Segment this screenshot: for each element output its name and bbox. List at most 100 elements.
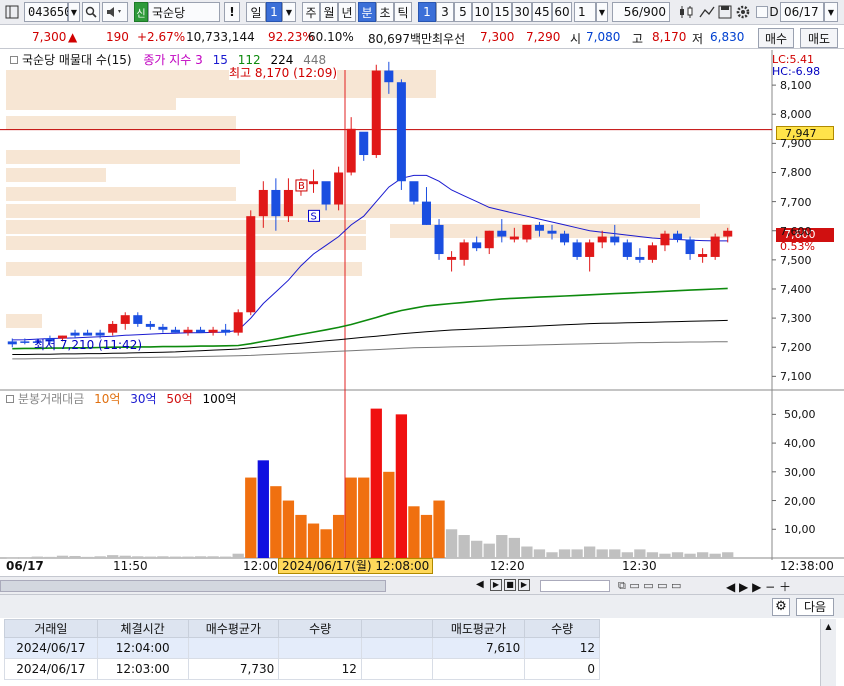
chart-menu-icon[interactable] xyxy=(2,2,22,22)
vol-legend-100: 100억 xyxy=(202,392,237,406)
volume-bar xyxy=(521,546,533,558)
candle xyxy=(421,201,432,225)
volume-bar xyxy=(320,529,332,558)
period-dropdown-icon[interactable]: ▼ xyxy=(282,2,296,22)
table-row[interactable]: 2024/06/17 12:04:00 7,610 12 xyxy=(4,637,600,659)
next-button[interactable]: 다음 xyxy=(796,598,834,616)
candle xyxy=(371,70,381,156)
price-change-pct: +2.67% xyxy=(137,30,186,44)
interval-5[interactable]: 5 xyxy=(454,2,472,22)
interval-45[interactable]: 45 xyxy=(532,2,552,22)
interval-dropdown-icon[interactable]: ▼ xyxy=(596,2,608,22)
cell-buy-avg xyxy=(187,637,280,659)
volume-bar xyxy=(659,553,671,558)
candle xyxy=(710,236,720,257)
date-checkbox-label: D xyxy=(769,5,779,19)
table-scrollbar[interactable]: ▲ xyxy=(820,619,836,686)
date-checkbox[interactable] xyxy=(756,6,768,18)
scroll-up-icon[interactable]: ▲ xyxy=(821,622,836,631)
table-row[interactable]: 2024/06/17 12:03:00 7,730 12 0 xyxy=(4,658,600,680)
candle xyxy=(472,242,482,249)
sell-button[interactable]: 매도 xyxy=(800,28,838,48)
candle xyxy=(572,242,582,257)
volume-bar xyxy=(508,537,520,558)
quote-bar: 7,300 ▲ 190 +2.67% 10,733,144 92.23% 60.… xyxy=(0,27,844,49)
stop-icon[interactable]: ■ xyxy=(504,579,516,591)
chart-area[interactable]: BS xyxy=(0,50,844,582)
vol-tick-label: 50,00 xyxy=(784,408,816,422)
data-count-field[interactable]: 56/900 xyxy=(612,2,670,22)
buy-button[interactable]: 매수 xyxy=(758,28,794,48)
candle xyxy=(283,189,293,217)
search-icon[interactable] xyxy=(82,2,100,22)
cell-sell-qty: 0 xyxy=(524,658,600,680)
volume-bar xyxy=(44,556,56,558)
scroll-thumb[interactable] xyxy=(0,580,386,592)
period-tab-tick[interactable]: 틱 xyxy=(394,2,412,22)
stock-name-field[interactable]: 국순당 xyxy=(148,2,220,22)
cell-time: 12:03:00 xyxy=(96,658,189,680)
candle xyxy=(70,332,80,336)
period-tab-year[interactable]: 년 xyxy=(338,2,356,22)
date-input[interactable]: 06/17 xyxy=(780,2,824,22)
vol-tick-label: 30,00 xyxy=(784,465,816,479)
interval-input[interactable]: 1 xyxy=(574,2,596,22)
scroll-left-icon[interactable]: ◀ xyxy=(476,579,484,590)
interval-15[interactable]: 15 xyxy=(492,2,512,22)
candle xyxy=(321,181,331,205)
period-tab-second[interactable]: 초 xyxy=(376,2,394,22)
best-ask: 7,300 xyxy=(480,30,515,44)
candle xyxy=(20,341,30,343)
candle xyxy=(334,172,344,205)
volume-bar xyxy=(144,556,156,558)
speaker-icon[interactable] xyxy=(102,2,128,22)
interval-30[interactable]: 30 xyxy=(512,2,532,22)
cell-buy-qty: 12 xyxy=(278,658,362,680)
period-tab-minute[interactable]: 분 xyxy=(358,2,376,22)
stock-code-input[interactable]: 043650 xyxy=(24,2,71,22)
settings-icon[interactable] xyxy=(734,2,752,22)
period-tab-month[interactable]: 월 xyxy=(320,2,338,22)
legend-box-icon xyxy=(6,395,14,403)
save-icon[interactable] xyxy=(716,2,734,22)
interval-60[interactable]: 60 xyxy=(552,2,572,22)
candle xyxy=(585,242,595,257)
volume-bar xyxy=(19,557,31,559)
alert-button[interactable]: ! xyxy=(224,2,240,22)
volume-legend: 분봉거래대금 10억 30억 50억 100억 xyxy=(6,393,236,406)
interval-10[interactable]: 10 xyxy=(472,2,492,22)
volume-profile-bar xyxy=(6,168,106,182)
y-tick-label: 7,900 xyxy=(780,137,812,151)
speed-slider[interactable] xyxy=(540,580,610,592)
play-icon[interactable]: ▶ xyxy=(490,579,502,591)
volume-bar xyxy=(257,460,269,558)
interval-1[interactable]: 1 xyxy=(418,2,436,22)
table-settings-icon[interactable]: ⚙ xyxy=(772,598,790,616)
volume-bar xyxy=(282,500,295,558)
zoom-controls[interactable]: ◀ ▶ ▶ − ＋ xyxy=(726,578,791,595)
volume-bar xyxy=(471,540,483,558)
volume-profile-bar xyxy=(6,70,436,98)
interval-3[interactable]: 3 xyxy=(436,2,454,22)
volume-bar xyxy=(345,477,357,558)
candle xyxy=(246,216,256,313)
vol-tick-label: 40,00 xyxy=(784,437,816,451)
fast-forward-icon[interactable]: ▶ xyxy=(518,579,530,591)
date-dropdown-icon[interactable]: ▼ xyxy=(824,2,838,22)
volume-bar xyxy=(107,555,119,558)
code-dropdown-icon[interactable]: ▼ xyxy=(68,2,80,22)
volume-bar xyxy=(295,514,307,558)
period-tab-week[interactable]: 주 xyxy=(302,2,320,22)
period-day-button[interactable]: 일 xyxy=(246,2,266,22)
candle-type-icon[interactable] xyxy=(676,2,698,22)
volume-bar xyxy=(621,552,633,558)
volume-profile-bar xyxy=(6,187,236,201)
chart-scrollbar[interactable]: ◀ ▶ ■ ▶ ⧉ ▭ ▭ ▭ ▭ ◀ ▶ ▶ − ＋ xyxy=(0,576,844,594)
open-price: 7,080 xyxy=(586,30,621,44)
volume-profile-bar xyxy=(6,236,366,250)
period-num[interactable]: 1 xyxy=(266,2,282,22)
volume-bar xyxy=(709,553,721,558)
line-tool-icon[interactable] xyxy=(698,2,716,22)
layout-icons[interactable]: ⧉ ▭ ▭ ▭ ▭ xyxy=(618,579,681,593)
low-price: 6,830 xyxy=(710,30,745,44)
